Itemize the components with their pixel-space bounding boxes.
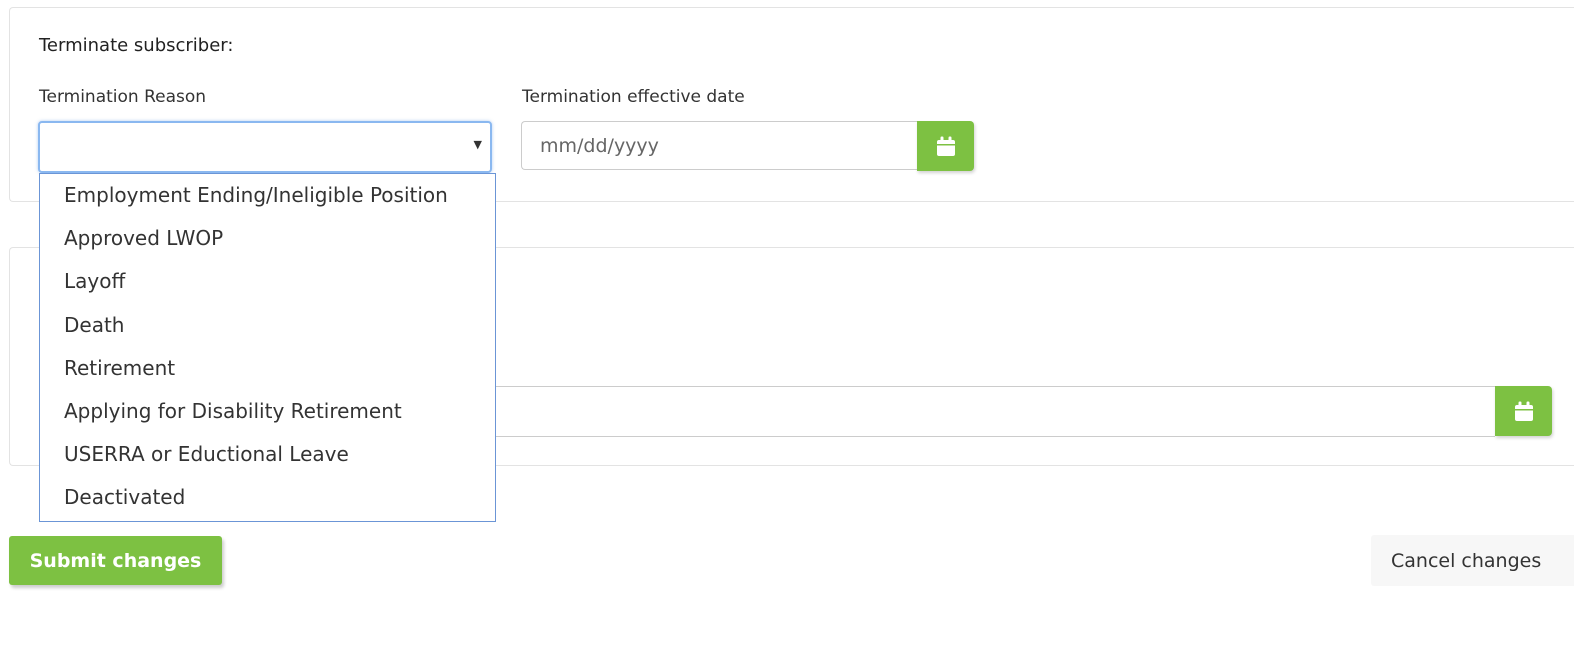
dropdown-option[interactable]: USERRA or Eductional Leave [40,433,495,476]
dropdown-option[interactable]: Death [40,304,495,347]
termination-reason-dropdown: Employment Ending/Ineligible Position Ap… [39,173,496,522]
calendar-icon [936,136,955,156]
dropdown-option[interactable]: Employment Ending/Ineligible Position [40,174,495,217]
termination-reason-label: Termination Reason [39,87,207,107]
calendar-icon [1514,401,1533,421]
secondary-date-input[interactable] [495,386,1495,437]
termination-reason-select[interactable]: ▼ [38,121,492,173]
dropdown-option[interactable]: Applying for Disability Retirement [40,390,495,433]
section-heading: Terminate subscriber: [39,35,234,56]
submit-changes-button[interactable]: Submit changes [9,536,222,585]
dropdown-option[interactable]: Layoff [40,260,495,303]
cancel-changes-button[interactable]: Cancel changes [1371,535,1574,586]
caret-down-icon: ▼ [473,138,482,151]
dropdown-option[interactable]: Approved LWOP [40,217,495,260]
secondary-date-picker-button[interactable] [1495,386,1552,436]
dropdown-option[interactable]: Retirement [40,347,495,390]
termination-date-label: Termination effective date [522,87,745,107]
termination-date-input[interactable] [521,121,917,170]
date-picker-button[interactable] [917,121,974,171]
dropdown-option[interactable]: Deactivated [40,476,495,519]
